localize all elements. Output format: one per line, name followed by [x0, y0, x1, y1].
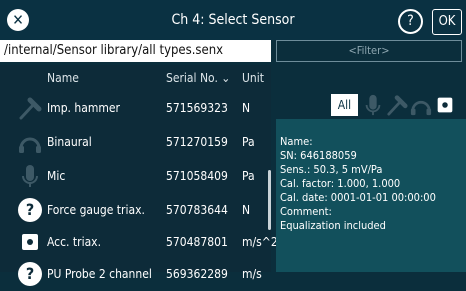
sensor-name: Acc. triax. [47, 235, 101, 249]
list-scrollbar[interactable] [268, 170, 271, 230]
filter-input[interactable]: <Filter> [276, 40, 462, 62]
detail-cal-date: Cal. date: 0001-01-01 00:00:00 [280, 191, 436, 204]
sensor-serial: 571058409 [166, 169, 228, 183]
sensor-unit: m/s^2 [242, 235, 278, 249]
headphones-icon[interactable] [410, 94, 432, 116]
unknown-sensor-icon: ? [18, 262, 42, 286]
help-button[interactable]: ? [398, 9, 423, 34]
detail-serial: SN: 646188059 [280, 149, 357, 162]
sensor-serial: 570487801 [166, 235, 228, 249]
sensor-serial: 571270159 [166, 135, 228, 149]
detail-sensitivity: Sens.: 50.3, 5 mV/Pa [280, 163, 383, 176]
ok-button[interactable]: OK [432, 9, 462, 35]
sensor-serial: 570783644 [166, 203, 228, 217]
sensor-details-panel: Name: SN: 646188059 Sens.: 50.3, 5 mV/Pa… [276, 119, 466, 272]
sensor-unit: m/s [242, 267, 262, 281]
hammer-icon [18, 96, 42, 120]
sensor-row[interactable]: Binaural 571270159 Pa [0, 126, 271, 159]
sensor-unit: N [242, 101, 251, 115]
type-filter-tabs: All [276, 92, 466, 118]
sensor-row[interactable]: Acc. triax. 570487801 m/s^2 [0, 226, 278, 259]
sensor-unit: Pa [242, 135, 255, 149]
sensor-row[interactable]: ? PU Probe 2 channel 569362289 m/s [0, 258, 271, 291]
tab-all[interactable]: All [331, 94, 358, 116]
column-header-serial[interactable]: Serial No. ⌄ [166, 71, 230, 85]
sensor-name: Mic [47, 169, 66, 183]
microphone-icon [22, 164, 38, 188]
sensor-name: Imp. hammer [47, 101, 120, 115]
dialog-title: Ch 4: Select Sensor [171, 12, 295, 28]
column-header-name[interactable]: Name [47, 71, 79, 85]
accelerometer-icon[interactable] [434, 94, 456, 116]
sensor-name: Force gauge triax. [47, 203, 145, 217]
detail-comment-text: Equalization included [280, 219, 386, 232]
library-path-field[interactable]: /internal/Sensor library/all types.senx [0, 40, 271, 62]
column-header-unit[interactable]: Unit [242, 71, 264, 85]
detail-name: Name: [280, 135, 313, 148]
unknown-sensor-icon: ? [18, 198, 42, 222]
sensor-row[interactable]: ? Force gauge triax. 570783644 N [0, 194, 271, 227]
accelerometer-icon [22, 234, 38, 250]
sensor-name: PU Probe 2 channel [47, 267, 152, 281]
sensor-unit: N [242, 203, 251, 217]
detail-cal-factor: Cal. factor: 1.000, 1.000 [280, 177, 401, 190]
sensor-row[interactable]: Imp. hammer 571569323 N [0, 92, 271, 125]
title-bar: ✕ Ch 4: Select Sensor ? OK [0, 0, 466, 40]
detail-comment-label: Comment: [280, 205, 332, 218]
headphones-icon [18, 137, 42, 154]
microphone-icon[interactable] [362, 94, 384, 116]
sensor-name: Binaural [47, 135, 92, 149]
sensor-serial: 571569323 [166, 101, 228, 115]
hammer-icon[interactable] [386, 94, 408, 116]
sensor-row[interactable]: Mic 571058409 Pa [0, 160, 271, 193]
sensor-unit: Pa [242, 169, 255, 183]
sensor-serial: 569362289 [166, 267, 228, 281]
